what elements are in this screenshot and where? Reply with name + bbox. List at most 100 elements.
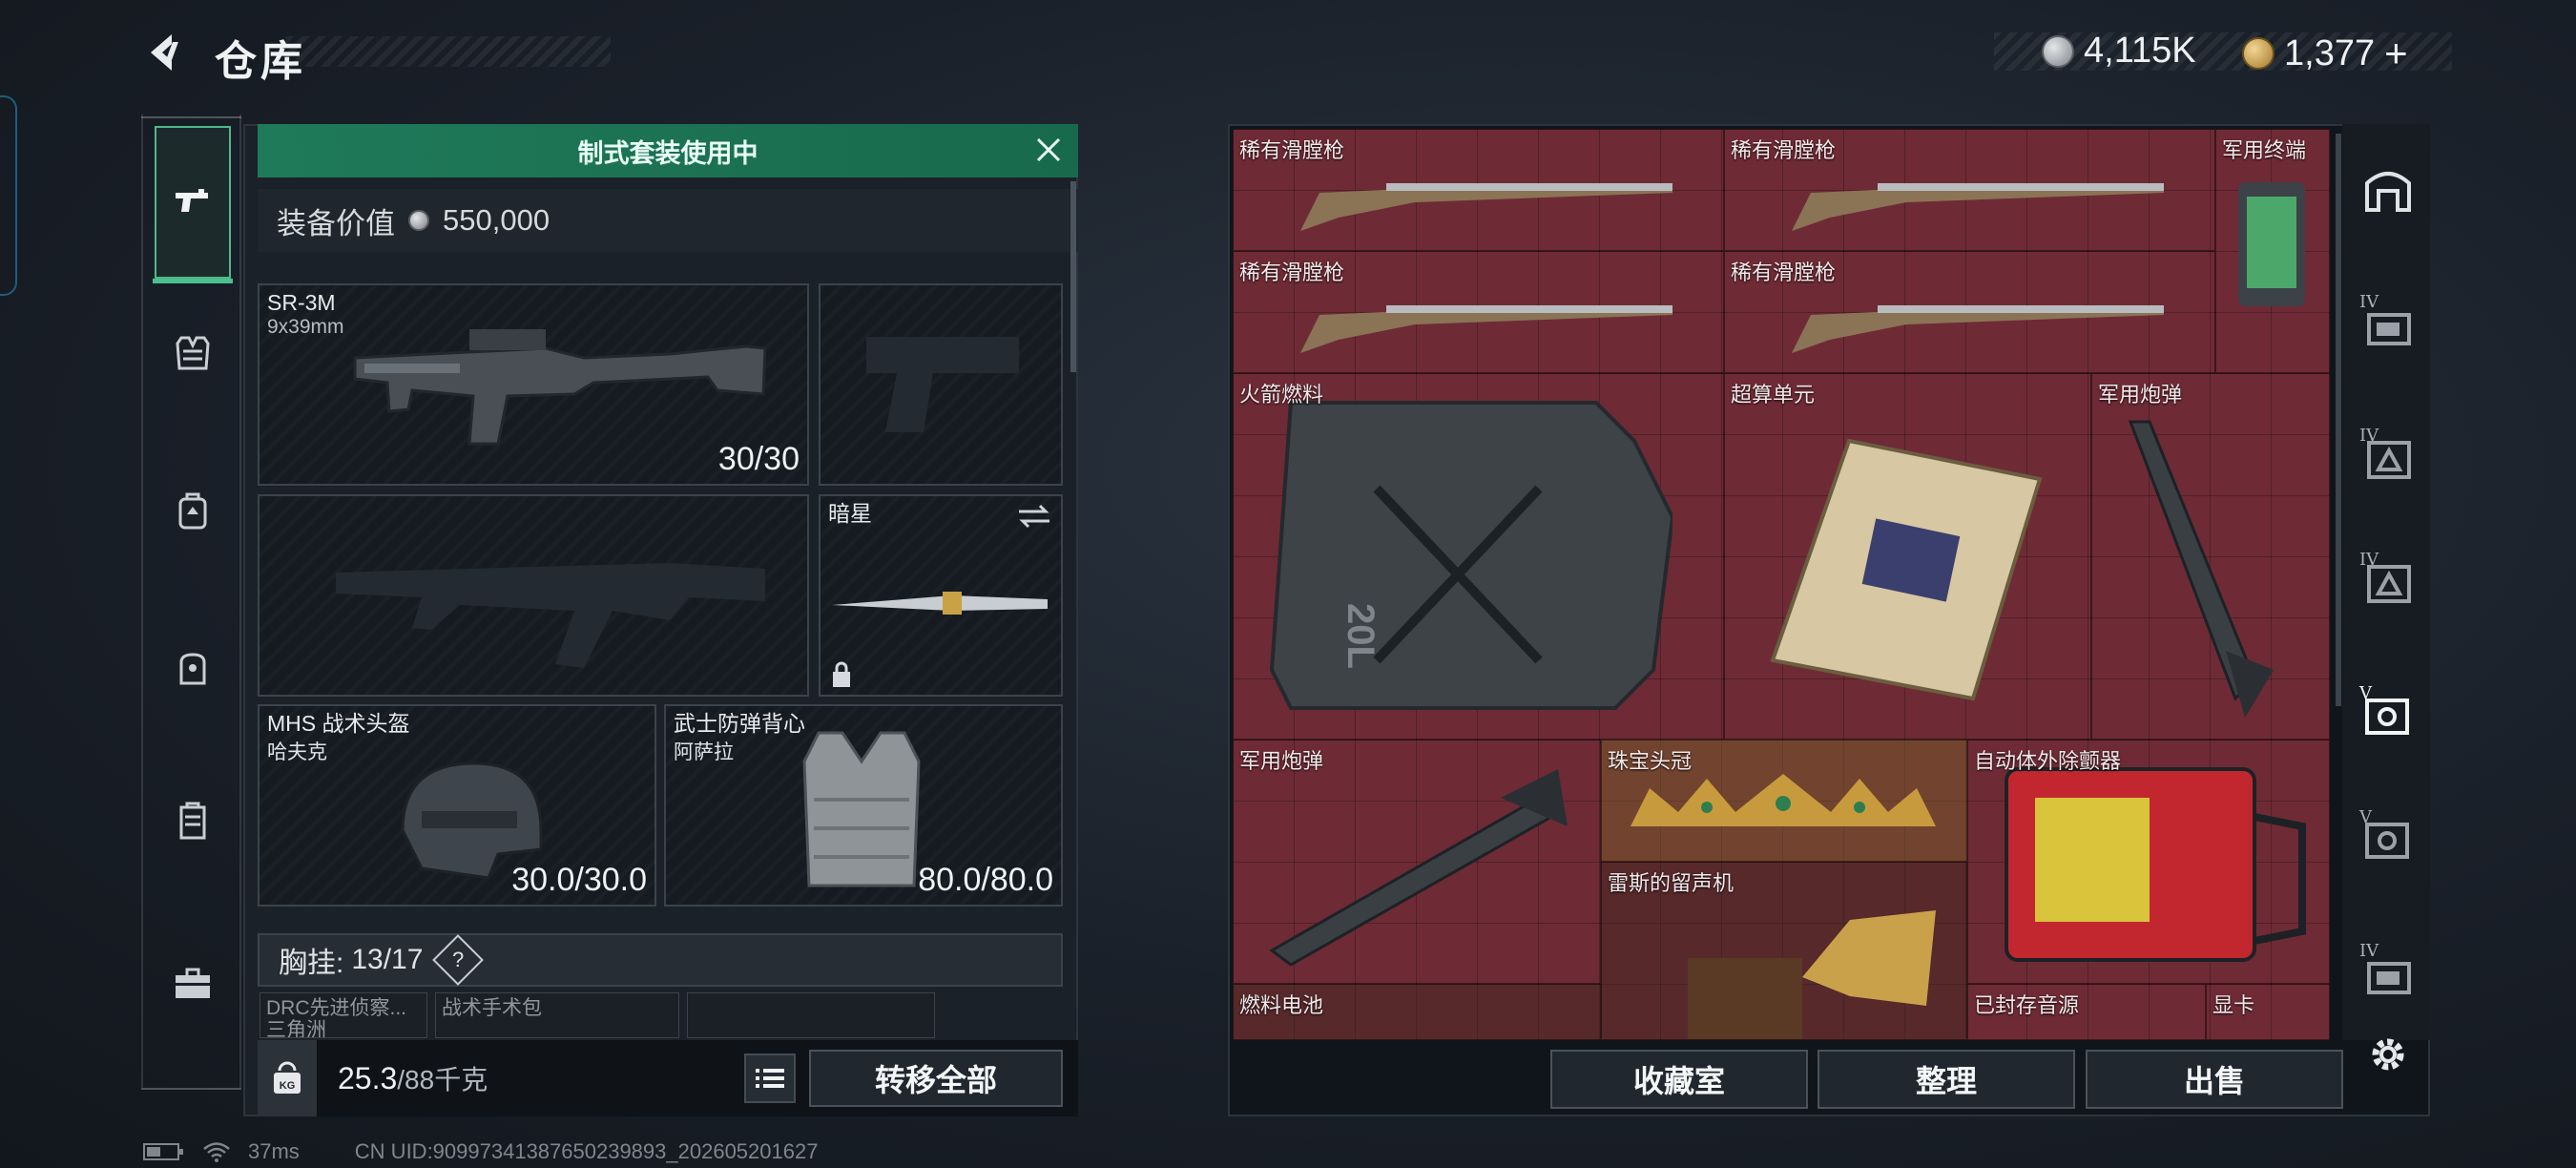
chest-rig-item-2[interactable]: 战术手术包: [435, 992, 679, 1038]
stash-item-artillery-shell-1[interactable]: 军用炮弹: [2091, 373, 2330, 740]
stash-item-artillery-shell-2[interactable]: 军用炮弹: [1233, 740, 1601, 984]
rail-divider-bottom: [141, 1088, 241, 1090]
musket-icon: [1792, 305, 2164, 353]
rail-case-button[interactable]: [155, 782, 231, 859]
loadout-scrollbar[interactable]: [1070, 181, 1076, 372]
back-arrow-icon: [151, 34, 178, 71]
stash-item-sealed-audio[interactable]: 已封存音源: [1967, 984, 2206, 1040]
rail-armor-button[interactable]: [155, 315, 231, 391]
vest-icon: [802, 731, 921, 887]
gold-amount: 1,377: [2284, 32, 2376, 73]
battery-icon: [143, 1143, 183, 1160]
armor-slot[interactable]: 武士防弹背心 阿萨拉 80.0/80.0: [664, 704, 1063, 907]
list-view-button[interactable]: [744, 1053, 796, 1103]
rail-backpack-button[interactable]: [155, 472, 231, 549]
organize-button[interactable]: 整理: [1818, 1050, 2075, 1109]
chest-rig-item-1-sub: 三角洲: [266, 1019, 326, 1038]
ping-text: 37ms: [248, 1139, 300, 1163]
stash-item-label: 显卡: [2212, 993, 2255, 1017]
helmet-name: MHS 战术头盔: [267, 711, 410, 736]
rail-weapons-button[interactable]: [155, 126, 231, 279]
rail-pouch-button[interactable]: [155, 630, 231, 706]
chest-rig-capacity: 13/17: [351, 944, 424, 975]
side-drawer-handle[interactable]: [0, 95, 17, 296]
stash-item-label: 已封存音源: [1974, 993, 2080, 1017]
help-icon: ?: [452, 948, 465, 971]
transfer-all-button[interactable]: 转移全部: [809, 1050, 1063, 1107]
primary-weapon-slot[interactable]: SR-3M 9x39mm 30/30: [258, 283, 809, 486]
stash-item-jewel-crown[interactable]: 珠宝头冠: [1601, 740, 1967, 862]
rail-toolbox-button[interactable]: [155, 945, 231, 1021]
stash-tab-5-active[interactable]: [2359, 687, 2417, 744]
back-button[interactable]: [143, 29, 191, 76]
weight-current: 25.3: [338, 1061, 398, 1095]
silver-currency: 4,115K: [2042, 31, 2196, 72]
stash-item-musket-3[interactable]: 稀有滑膛枪: [1233, 251, 1724, 373]
stash-item-aed[interactable]: 自动体外除颤器: [1967, 740, 2330, 984]
settings-button[interactable]: [2364, 1031, 2412, 1078]
stash-item-military-terminal[interactable]: 军用终端: [2215, 129, 2330, 373]
stash-tab-all[interactable]: [2359, 162, 2417, 219]
container-triangle-icon: [2367, 565, 2411, 603]
missile-icon: [2128, 420, 2274, 718]
stash-tab-2[interactable]: [2359, 296, 2417, 353]
stash-item-gramophone[interactable]: 雷斯的留声机: [1601, 862, 1967, 1040]
collection-room-button[interactable]: 收藏室: [1550, 1050, 1808, 1109]
container-icon: [2367, 962, 2411, 994]
gold-coin-icon: [2242, 37, 2275, 70]
stash-item-label: 雷斯的留声机: [1608, 871, 1735, 895]
stash-item-musket-2[interactable]: 稀有滑膛枪: [1724, 129, 2215, 251]
armor-vest-icon: [176, 336, 210, 370]
stash-item-label: 稀有滑膛枪: [1731, 261, 1837, 284]
loadout-bottom-bar: KG 25.3/88千克 转移全部: [258, 1040, 1078, 1116]
equip-value-label: 装备价值: [277, 206, 395, 240]
equipment-value-row: 装备价值 550,000: [258, 189, 1078, 252]
knife-icon: [832, 592, 1048, 615]
backpack-icon: [178, 492, 207, 530]
kettlebell-icon: KG: [274, 1061, 301, 1094]
secondary-weapon-slot[interactable]: [819, 283, 1063, 486]
stash-item-label: 稀有滑膛枪: [1239, 261, 1345, 284]
gear-icon: [2372, 1038, 2404, 1071]
loadout-category-rail: [141, 115, 241, 1088]
safe-icon: [2365, 699, 2409, 735]
stash-item-musket-1[interactable]: 稀有滑膛枪: [1233, 129, 1724, 251]
jerrycan-icon: 20L: [1269, 401, 1672, 710]
secondary-primary-slot[interactable]: [258, 494, 809, 697]
chest-rig-item-1[interactable]: DRC先进侦察... 三角洲: [260, 992, 427, 1038]
chest-rig-item-1-name: DRC先进侦察...: [266, 997, 406, 1019]
sell-button[interactable]: 出售: [2086, 1050, 2343, 1109]
stash-tab-3[interactable]: [2359, 429, 2417, 487]
stash-item-fuel-cell[interactable]: 燃料电池: [1233, 984, 1601, 1040]
swap-icon[interactable]: [1015, 502, 1053, 531]
primary-weapon-ammo: 30/30: [717, 441, 800, 477]
stash-item-label: 稀有滑膛枪: [1731, 138, 1837, 162]
chest-rig-item-3[interactable]: [687, 992, 935, 1038]
melee-slot[interactable]: 暗星: [819, 494, 1063, 697]
chest-rig-row[interactable]: 胸挂: 13/17 ?: [258, 933, 1063, 987]
silver-coin-icon: [2042, 34, 2074, 68]
stash-item-gpu[interactable]: 显卡: [2206, 984, 2330, 1040]
stash-tab-7[interactable]: [2359, 945, 2417, 1002]
chest-rig-help-button[interactable]: ?: [432, 934, 485, 986]
stash-tab-4[interactable]: [2359, 553, 2417, 611]
chest-rig-item-2-name: 战术手术包: [442, 997, 542, 1019]
ak-silhouette-icon: [336, 563, 765, 668]
stash-item-musket-4[interactable]: 稀有滑膛枪: [1724, 251, 2215, 373]
stash-scrollbar[interactable]: [2336, 134, 2341, 706]
stash-item-label: 火箭燃料: [1239, 383, 1324, 407]
gold-currency[interactable]: 1,377 +: [2242, 31, 2408, 76]
helmet-slot[interactable]: MHS 战术头盔 哈夫克 30.0/30.0: [258, 704, 656, 907]
stash-item-label: 珠宝头冠: [1608, 749, 1693, 773]
warehouse-icon: [2365, 172, 2411, 212]
stash-item-label: 自动体外除颤器: [1974, 749, 2122, 773]
safe-icon: [2365, 823, 2409, 859]
stash-item-label: 燃料电池: [1239, 993, 1324, 1017]
pistol-icon: [176, 189, 208, 212]
gold-add-button[interactable]: +: [2384, 31, 2408, 76]
stash-item-compute-unit[interactable]: 超算单元: [1724, 373, 2091, 740]
helmet-brand: 哈夫克: [267, 741, 327, 763]
stash-tab-6[interactable]: [2359, 811, 2417, 868]
stash-item-rocket-fuel[interactable]: 火箭燃料 20L: [1233, 373, 1724, 740]
close-preset-button[interactable]: [1032, 134, 1065, 166]
